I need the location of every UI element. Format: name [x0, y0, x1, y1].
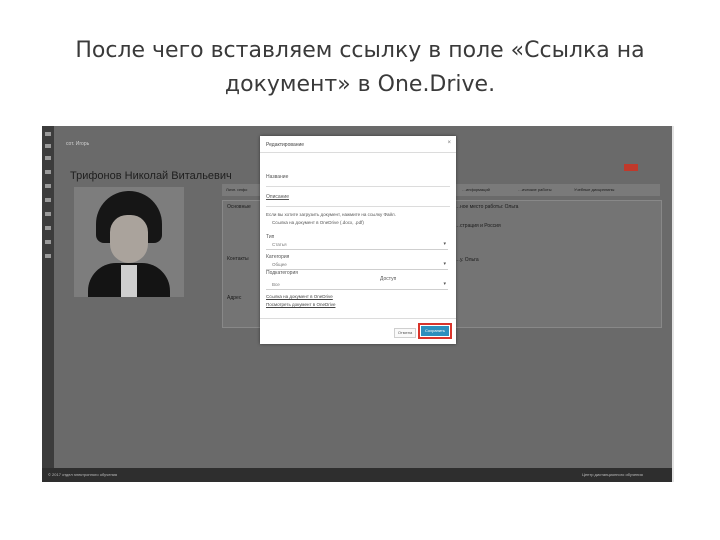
panel-value: …ное место работы: Ольга [455, 204, 519, 210]
slide-title: После чего вставляем ссылку в поле «Ссыл… [40, 34, 680, 102]
breadcrumb[interactable]: сот. Игорь [66, 141, 89, 147]
type-value: Статья [272, 242, 287, 247]
chevron-down-icon: ▾ [443, 261, 446, 267]
cancel-button[interactable]: Отмена [394, 328, 416, 338]
tab-info[interactable]: …информаций [462, 187, 490, 192]
doc-icon[interactable] [45, 226, 51, 230]
panel-label: Адрес [227, 295, 242, 301]
panel-value: …страция и Россия [455, 223, 501, 229]
panel-value: …у. Ольга [455, 257, 479, 263]
sidebar [42, 126, 54, 468]
home-icon[interactable] [45, 144, 51, 148]
edit-link-modal: Редактирование × Название Описание Если … [260, 136, 456, 344]
category-value: Общее [272, 262, 287, 267]
chevron-down-icon: ▾ [443, 281, 446, 287]
document-link-input[interactable]: Ссылка на документ в OneDrive (.docx, .p… [272, 220, 364, 226]
access-select[interactable]: Все ▾ [266, 281, 448, 290]
footer: © 2017 отдел электронного обучения Центр… [42, 468, 672, 482]
chevron-down-icon: ▾ [443, 241, 446, 247]
panel-label: Контакты [227, 256, 249, 262]
onedrive-link[interactable]: Ссылка на документ в OneDrive [266, 294, 333, 299]
help-text: Если вы хотите загрузить документ, нажми… [266, 212, 396, 217]
access-value: Все [272, 282, 280, 287]
gear-icon[interactable] [45, 240, 51, 244]
tab-personal[interactable]: Личн. инфо [226, 187, 247, 192]
book-icon[interactable] [45, 198, 51, 202]
slide-title-line2: документ» в One.Drive. [224, 72, 496, 97]
type-select[interactable]: Статья ▾ [266, 241, 448, 250]
tab-works[interactable]: …ические работы [518, 187, 551, 192]
close-icon[interactable]: × [447, 140, 451, 146]
footer-left: © 2017 отдел электронного обучения [48, 472, 118, 477]
person-name: Трифонов Николай Витальевич [70, 170, 232, 182]
slide-title-line1: После чего вставляем ссылку в поле «Ссыл… [75, 38, 645, 63]
name-label: Название [266, 174, 289, 180]
user-icon[interactable] [45, 156, 51, 160]
close-profile-button[interactable] [624, 164, 638, 171]
save-button[interactable]: Сохранить [421, 326, 449, 336]
panel-label: Основные [227, 204, 251, 210]
profile-photo [74, 187, 184, 297]
subcategory-label: Подкатегория [266, 270, 298, 276]
type-label: Тип [266, 234, 275, 240]
list-icon[interactable] [45, 170, 51, 174]
chart-icon[interactable] [45, 212, 51, 216]
description-label: Описание [266, 194, 290, 200]
save-highlight: Сохранить [418, 323, 452, 339]
tab-disciplines[interactable]: Учебные дисциплины [574, 187, 614, 192]
modal-title: Редактирование [266, 142, 305, 148]
exit-icon[interactable] [45, 254, 51, 258]
screenshot: сот. Игорь Трифонов Николай Витальевич Л… [42, 126, 672, 482]
category-select[interactable]: Общее ▾ [266, 261, 448, 270]
menu-icon[interactable] [45, 132, 51, 136]
calendar-icon[interactable] [45, 184, 51, 188]
slide-edge-line [672, 126, 674, 482]
category-label: Категория [266, 254, 290, 260]
footer-right: Центр дистанционного обучения [582, 472, 643, 477]
view-document-link[interactable]: Посмотреть документ в OneDrive [266, 302, 335, 307]
